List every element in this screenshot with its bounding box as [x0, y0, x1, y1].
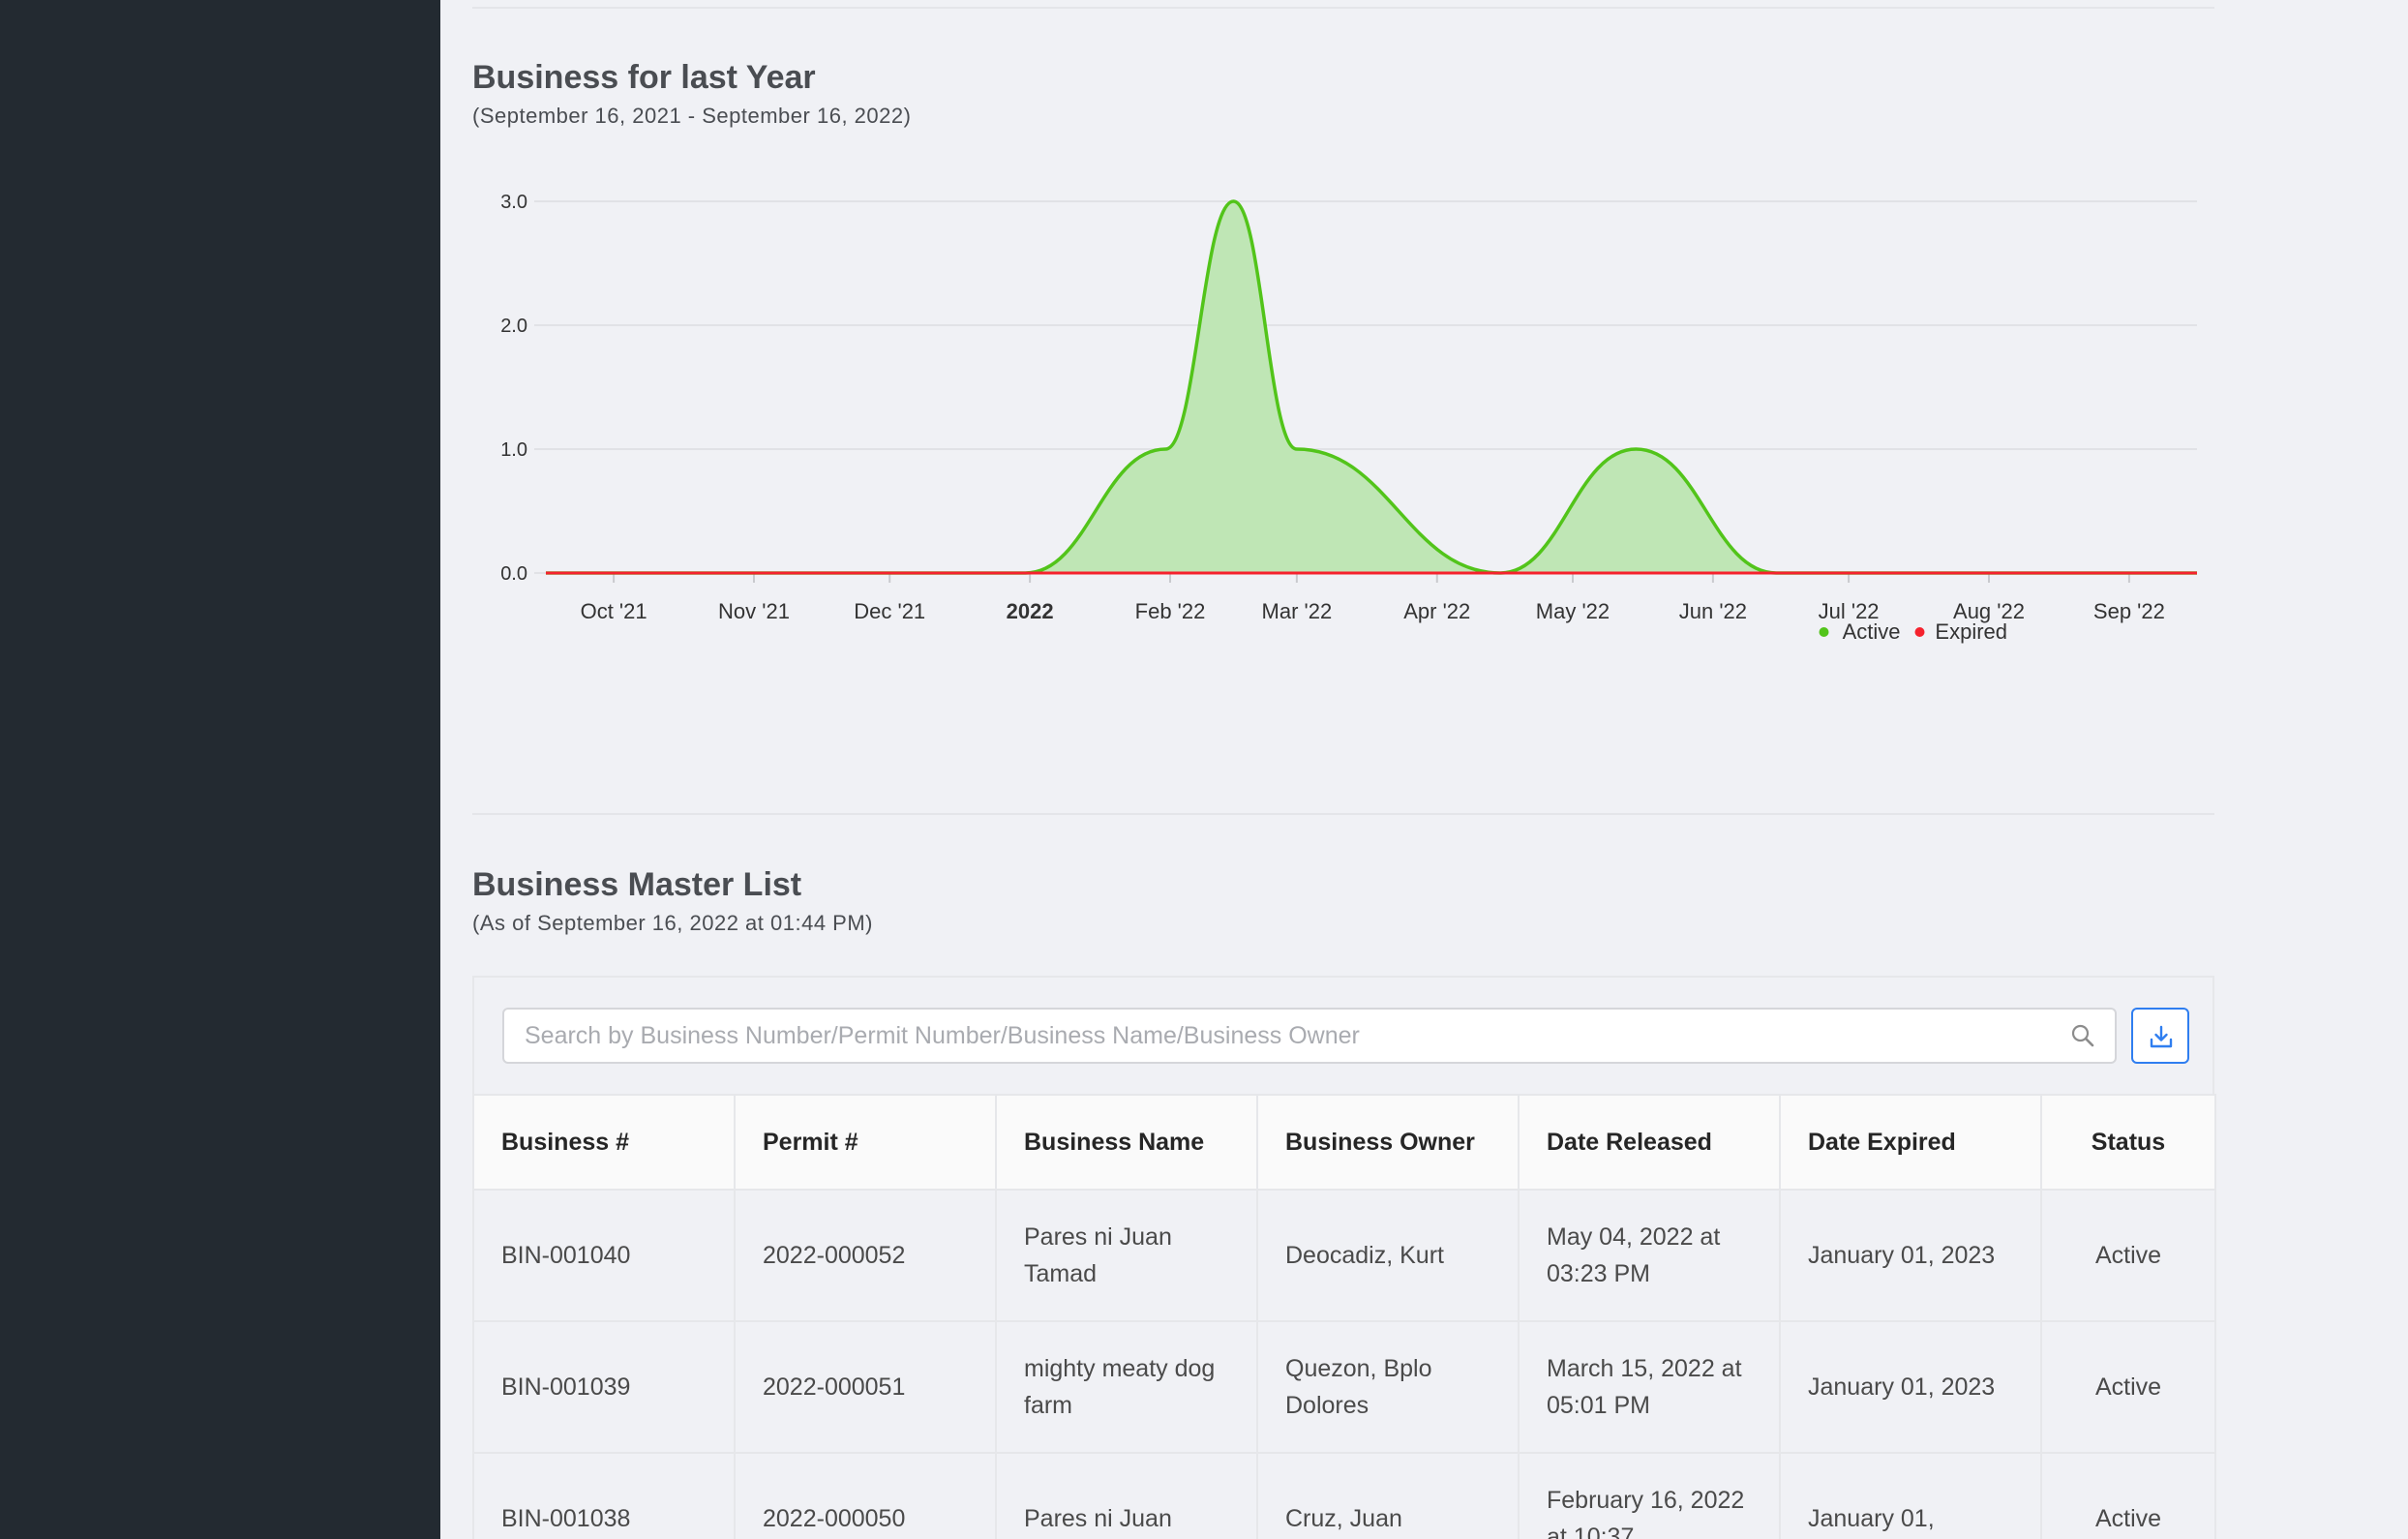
cell-business-number: BIN-001039: [472, 1320, 736, 1454]
cell-business-owner: Cruz, Juan: [1256, 1452, 1520, 1539]
download-icon: [2150, 1025, 2173, 1048]
cell-permit-number: 2022-000050: [734, 1452, 997, 1539]
table-row[interactable]: BIN-001039 2022-000051 mighty meaty dog …: [472, 1320, 2216, 1454]
cell-business-number: BIN-001038: [472, 1452, 736, 1539]
legend-dot-active: [1819, 627, 1829, 637]
legend-dot-expired: [1914, 627, 1925, 637]
cell-business-owner: Quezon, Bplo Dolores: [1256, 1320, 1520, 1454]
x-tick-label: Feb '22: [1135, 599, 1206, 623]
x-tick-label: Mar '22: [1262, 599, 1333, 623]
cell-permit-number: 2022-000052: [734, 1189, 997, 1322]
cell-status: Active: [2040, 1189, 2216, 1322]
y-tick-label: 2.0: [500, 316, 527, 337]
cell-business-name: Pares ni Juan: [995, 1452, 1258, 1539]
table-header-row: Business # Permit # Business Name Busine…: [472, 1094, 2216, 1191]
x-tick-label: May '22: [1536, 599, 1610, 623]
cell-date-expired: January 01,: [1779, 1452, 2042, 1539]
cell-business-owner: Deocadiz, Kurt: [1256, 1189, 1520, 1322]
legend-label-active: Active: [1843, 619, 1901, 644]
x-tick-label: 2022: [1007, 599, 1054, 623]
download-button[interactable]: [2131, 1008, 2189, 1064]
cell-date-released: May 04, 2022 at 03:23 PM: [1518, 1189, 1781, 1322]
search-icon[interactable]: [2070, 1023, 2095, 1048]
masterlist-panel: Business # Permit # Business Name Busine…: [472, 976, 2216, 1539]
column-header-date-expired[interactable]: Date Expired: [1779, 1094, 2042, 1191]
series-area-active: [546, 201, 2197, 573]
column-header-date-released[interactable]: Date Released: [1518, 1094, 1781, 1191]
x-tick-label: Oct '21: [581, 599, 647, 623]
cell-date-expired: January 01, 2023: [1779, 1189, 2042, 1322]
column-header-business-number[interactable]: Business #: [472, 1094, 736, 1191]
main-content: Business for last Year (September 16, 20…: [440, 0, 2408, 1539]
column-header-business-name[interactable]: Business Name: [995, 1094, 1258, 1191]
masterlist-title: Business Master List: [472, 866, 802, 903]
sidebar: [0, 0, 440, 1539]
search-box[interactable]: [502, 1008, 2117, 1064]
cell-status: Active: [2040, 1452, 2216, 1539]
cell-date-released: February 16, 2022 at 10:37: [1518, 1452, 1781, 1539]
divider: [472, 813, 2214, 815]
cell-date-released: March 15, 2022 at 05:01 PM: [1518, 1320, 1781, 1454]
x-tick-label: Nov '21: [718, 599, 790, 623]
cell-permit-number: 2022-000051: [734, 1320, 997, 1454]
column-header-permit-number[interactable]: Permit #: [734, 1094, 997, 1191]
y-tick-label: 1.0: [500, 439, 527, 461]
table-row[interactable]: BIN-001040 2022-000052 Pares ni Juan Tam…: [472, 1189, 2216, 1322]
cell-date-expired: January 01, 2023: [1779, 1320, 2042, 1454]
x-tick-label: Dec '21: [854, 599, 925, 623]
x-tick-label: Jun '22: [1679, 599, 1747, 623]
x-tick-label: Apr '22: [1403, 599, 1470, 623]
y-tick-label: 0.0: [500, 563, 527, 585]
masterlist-subtitle: (As of September 16, 2022 at 01:44 PM): [472, 911, 874, 935]
table-row[interactable]: BIN-001038 2022-000050 Pares ni Juan Cru…: [472, 1452, 2216, 1539]
cell-business-number: BIN-001040: [472, 1189, 736, 1322]
search-input[interactable]: [504, 1010, 2053, 1062]
column-header-status[interactable]: Status: [2040, 1094, 2216, 1191]
x-tick-label: Sep '22: [2093, 599, 2165, 623]
cell-business-name: mighty meaty dog farm: [995, 1320, 1258, 1454]
cell-business-name: Pares ni Juan Tamad: [995, 1189, 1258, 1322]
cell-status: Active: [2040, 1320, 2216, 1454]
business-table: Business # Permit # Business Name Busine…: [472, 1094, 2216, 1539]
legend-label-expired: Expired: [1935, 619, 2007, 644]
column-header-business-owner[interactable]: Business Owner: [1256, 1094, 1520, 1191]
y-tick-label: 3.0: [500, 192, 527, 213]
business-area-chart: 0.0 1.0 2.0 3.0 Oct '21 Nov '21 Dec '21 2022 Feb…: [500, 192, 2197, 644]
